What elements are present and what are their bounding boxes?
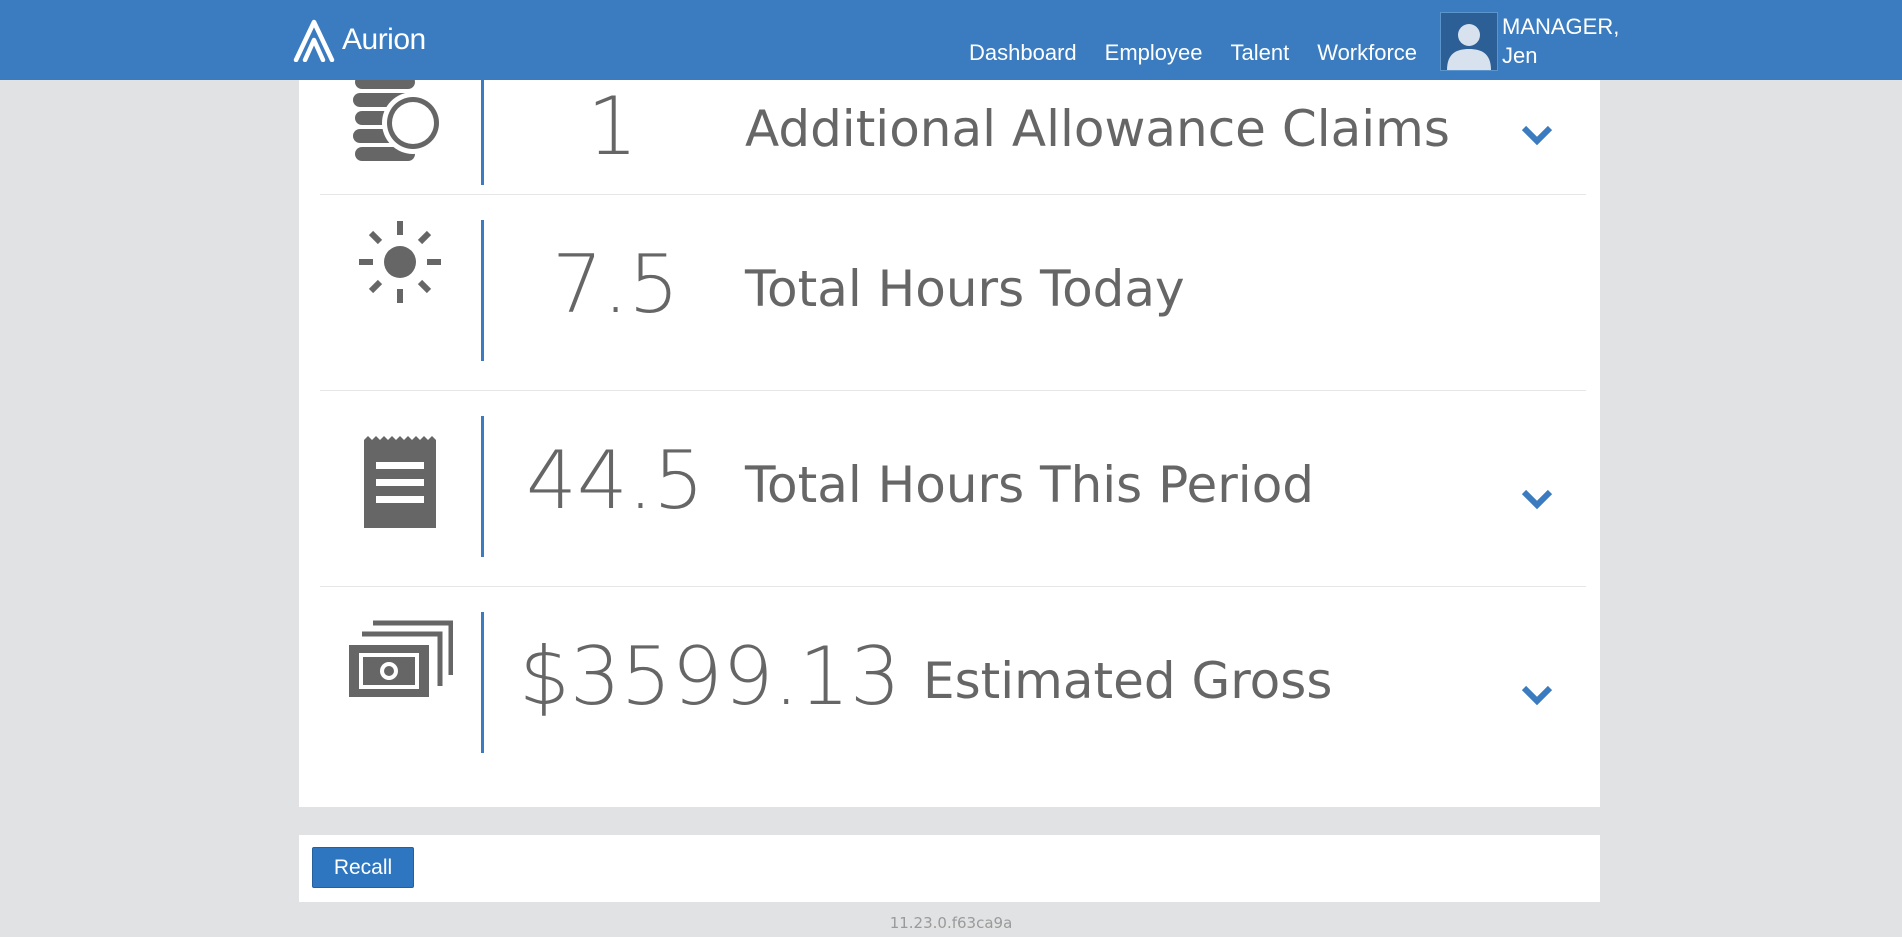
user-silhouette-icon [1441,13,1497,70]
version-label: 11.23.0.f63ca9a [889,914,1013,932]
row-accent-bar [481,220,484,361]
hours-today-value: 7.5 [552,238,680,331]
chevron-down-icon[interactable] [1521,122,1553,146]
coins-icon [350,69,450,174]
hours-period-label: Total Hours This Period [745,456,1315,514]
row-accent-bar [481,612,484,753]
user-surname: MANAGER, [1502,14,1620,39]
receipt-icon [363,436,437,533]
chevron-down-icon[interactable] [1521,682,1553,706]
hours-period-value: 44.5 [526,434,705,527]
allowance-claims-value: 1 [587,80,638,173]
estimated-gross-label: Estimated Gross [923,652,1333,710]
nav-employee[interactable]: Employee [1105,40,1203,66]
aurion-logo[interactable]: Aurion [292,16,426,64]
summary-row-hours-today: 7.5 Total Hours Today [320,195,1586,391]
allowance-claims-label: Additional Allowance Claims [745,100,1450,158]
brand-name: Aurion [342,23,426,56]
nav-talent[interactable]: Talent [1230,40,1289,66]
user-firstname: Jen [1502,43,1538,68]
user-menu[interactable]: MANAGER, Jen [1502,12,1619,70]
estimated-gross-value: $3599.13 [519,630,901,723]
sun-icon [356,218,444,311]
user-avatar[interactable] [1440,12,1498,71]
summary-row-hours-period[interactable]: 44.5 Total Hours This Period [320,391,1586,587]
money-stack-icon [349,620,454,703]
nav-workforce[interactable]: Workforce [1317,40,1417,66]
summary-row-estimated-gross[interactable]: $3599.13 Estimated Gross [320,587,1586,787]
summary-card: 1 Additional Allowance Claims 7.5 Total … [299,44,1600,807]
nav-dashboard[interactable]: Dashboard [969,40,1077,66]
hours-today-label: Total Hours Today [745,260,1185,318]
row-accent-bar [481,416,484,557]
top-navigation-bar: Aurion Dashboard Employee Talent Workfor… [0,0,1902,80]
aurion-logo-icon [293,19,335,62]
chevron-down-icon[interactable] [1521,486,1553,510]
actions-panel: Recall [299,835,1600,902]
recall-button[interactable]: Recall [312,847,414,888]
main-nav: Dashboard Employee Talent Workforce [969,40,1445,66]
